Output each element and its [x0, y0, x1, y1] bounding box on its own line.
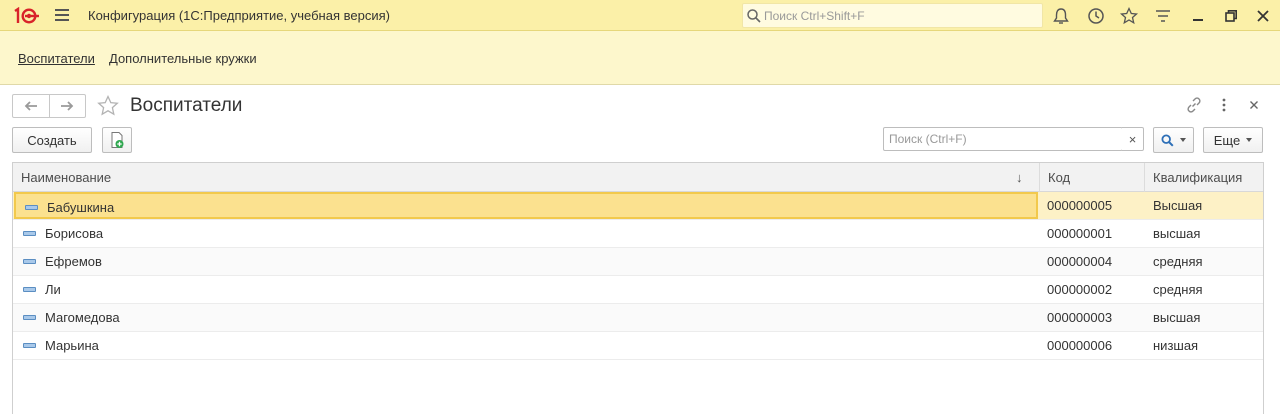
- chevron-down-icon: [1180, 138, 1186, 142]
- restore-icon[interactable]: [1223, 8, 1239, 24]
- cell-name: Магомедова: [45, 310, 120, 325]
- catalog-item-icon: [25, 205, 38, 210]
- copy-button[interactable]: [102, 127, 132, 153]
- more-vert-icon[interactable]: [1215, 96, 1233, 114]
- app-title: Конфигурация (1С:Предприятие, учебная ве…: [88, 8, 390, 23]
- star-icon[interactable]: [1119, 6, 1139, 26]
- catalog-item-icon: [23, 259, 36, 264]
- cell-name: Бабушкина: [47, 200, 115, 215]
- forward-button[interactable]: [48, 95, 85, 117]
- cell-qualification: высшая: [1153, 226, 1201, 241]
- column-header-code[interactable]: Код: [1039, 163, 1144, 192]
- main-menu-icon[interactable]: [55, 9, 69, 21]
- table-row[interactable]: Магомедова 000000003 высшая: [13, 304, 1263, 332]
- close-icon[interactable]: [1245, 96, 1263, 114]
- minimize-icon[interactable]: [1190, 8, 1206, 24]
- more-button-label: Еще: [1213, 132, 1241, 148]
- search-icon: [1161, 133, 1174, 147]
- cell-name: Марьина: [45, 338, 99, 353]
- cell-name: Ефремов: [45, 254, 102, 269]
- sort-desc-icon: ↓: [1016, 170, 1023, 185]
- title-bar: Конфигурация (1С:Предприятие, учебная ве…: [0, 0, 1280, 31]
- global-search-input[interactable]: [764, 7, 1034, 25]
- history-nav: [12, 94, 86, 118]
- cell-code: 000000003: [1047, 310, 1113, 325]
- section-vospitateli[interactable]: Воспитатели: [18, 51, 95, 66]
- close-window-icon[interactable]: [1255, 8, 1271, 24]
- command-bar: Создать × Еще: [0, 126, 1280, 154]
- back-button[interactable]: [13, 95, 49, 117]
- list-table: Наименование ↓ Код Квалификация Бабушкин…: [12, 162, 1264, 414]
- section-dop-kruzhki[interactable]: Дополнительные кружки: [109, 51, 257, 66]
- table-row[interactable]: Ефремов 000000004 средняя: [13, 248, 1263, 276]
- table-row[interactable]: Марьина 000000006 низшая: [13, 332, 1263, 360]
- catalog-item-icon: [23, 231, 36, 236]
- form-header: Воспитатели: [0, 86, 1280, 126]
- cell-code: 000000005: [1047, 198, 1113, 213]
- catalog-item-icon: [23, 315, 36, 320]
- arrow-right-icon: [61, 101, 74, 111]
- cell-code: 000000001: [1047, 226, 1113, 241]
- search-icon: [747, 9, 761, 23]
- cell-qualification: Высшая: [1153, 198, 1203, 213]
- bell-icon[interactable]: [1051, 6, 1071, 26]
- 1c-logo-icon: [14, 7, 39, 24]
- chevron-down-icon: [1246, 138, 1253, 142]
- create-button[interactable]: Создать: [12, 127, 92, 153]
- catalog-item-icon: [23, 287, 36, 292]
- table-row[interactable]: Борисова 000000001 высшая: [13, 220, 1263, 248]
- table-row[interactable]: Ли 000000002 средняя: [13, 276, 1263, 304]
- global-search[interactable]: [742, 3, 1043, 28]
- name-cell[interactable]: Марьина: [14, 332, 1038, 359]
- column-header-qualification[interactable]: Квалификация: [1144, 163, 1263, 192]
- search-input[interactable]: [889, 131, 1117, 147]
- table-row[interactable]: Бабушкина 000000005 Высшая: [13, 192, 1263, 220]
- table-header: Наименование ↓ Код Квалификация: [13, 163, 1263, 192]
- link-icon[interactable]: [1185, 96, 1203, 114]
- cell-qualification: средняя: [1153, 282, 1203, 297]
- name-cell[interactable]: Борисова: [14, 220, 1038, 247]
- cell-qualification: низшая: [1153, 338, 1199, 353]
- name-cell[interactable]: Магомедова: [14, 304, 1038, 331]
- page-title: Воспитатели: [130, 95, 243, 116]
- cell-name: Ли: [45, 282, 61, 297]
- cell-name: Борисова: [45, 226, 104, 241]
- name-cell[interactable]: Ли: [14, 276, 1038, 303]
- sections-panel: Воспитатели Дополнительные кружки: [0, 31, 1280, 85]
- create-button-label: Создать: [27, 132, 77, 148]
- column-header-name[interactable]: Наименование: [13, 163, 1039, 192]
- cell-qualification: высшая: [1153, 310, 1201, 325]
- search-field[interactable]: [883, 127, 1123, 151]
- arrow-left-icon: [24, 101, 37, 111]
- name-cell[interactable]: Бабушкина: [14, 192, 1038, 219]
- favorite-star-icon[interactable]: [96, 94, 120, 118]
- table-body: Бабушкина 000000005 Высшая Борисова 0000…: [13, 192, 1263, 360]
- settings-lines-icon[interactable]: [1153, 6, 1173, 26]
- name-cell[interactable]: Ефремов: [14, 248, 1038, 275]
- cell-code: 000000006: [1047, 338, 1113, 353]
- cell-code: 000000004: [1047, 254, 1113, 269]
- catalog-item-icon: [23, 343, 36, 348]
- cell-code: 000000002: [1047, 282, 1113, 297]
- history-icon[interactable]: [1086, 6, 1106, 26]
- copy-document-icon: [111, 132, 124, 148]
- search-options-button[interactable]: [1153, 127, 1194, 153]
- cell-qualification: средняя: [1153, 254, 1203, 269]
- more-button[interactable]: Еще: [1203, 127, 1263, 153]
- search-clear-button[interactable]: ×: [1122, 127, 1144, 151]
